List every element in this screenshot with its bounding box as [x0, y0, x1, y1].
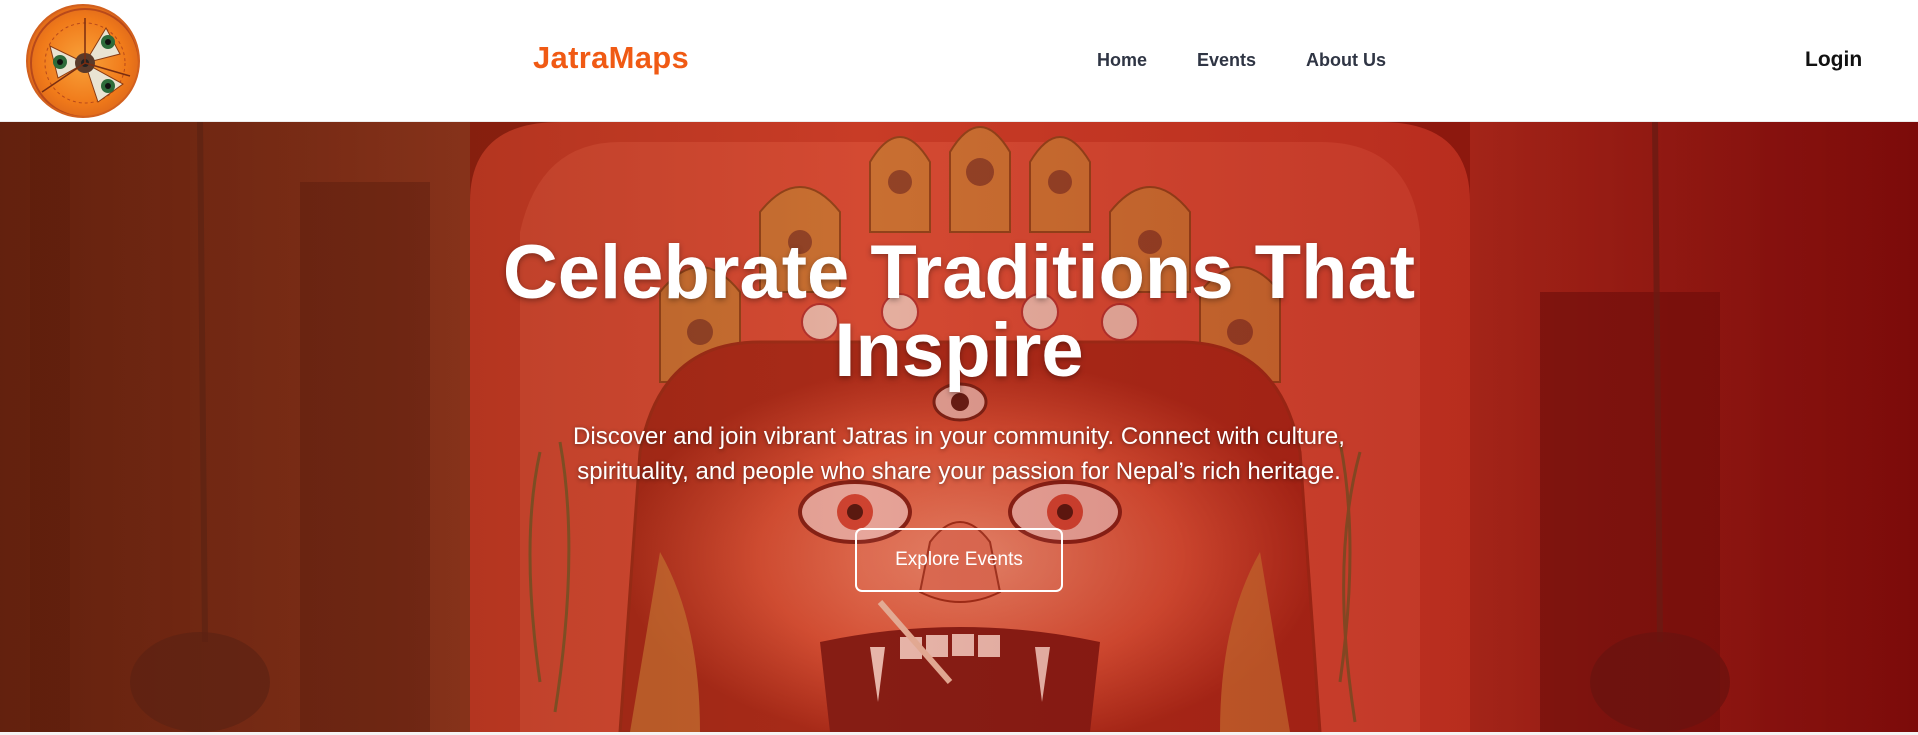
- hero-title: Celebrate Traditions That Inspire: [0, 234, 1918, 390]
- navbar: JatraMaps Home Events About Us Login: [0, 0, 1918, 122]
- logo[interactable]: [26, 4, 140, 118]
- nav-events-link[interactable]: Events: [1197, 50, 1256, 71]
- mask-emblem-icon: [30, 8, 138, 116]
- nav-home-link[interactable]: Home: [1097, 50, 1147, 71]
- hero-title-line-2: Inspire: [834, 308, 1084, 393]
- hero-subtitle-line-1: Discover and join vibrant Jatras in your…: [573, 423, 1345, 450]
- nav-about-link[interactable]: About Us: [1306, 50, 1386, 71]
- hero-subtitle-line-2: spirituality, and people who share your …: [577, 458, 1341, 485]
- login-button[interactable]: Login: [1805, 48, 1862, 72]
- hero-section: Celebrate Traditions That Inspire Discov…: [0, 122, 1918, 732]
- hero-title-line-1: Celebrate Traditions That: [502, 230, 1416, 315]
- nav-links: Home Events About Us: [1097, 50, 1386, 71]
- explore-events-button[interactable]: Explore Events: [855, 528, 1063, 592]
- brand-name[interactable]: JatraMaps: [533, 40, 689, 76]
- hero-subtitle: Discover and join vibrant Jatras in your…: [509, 419, 1409, 489]
